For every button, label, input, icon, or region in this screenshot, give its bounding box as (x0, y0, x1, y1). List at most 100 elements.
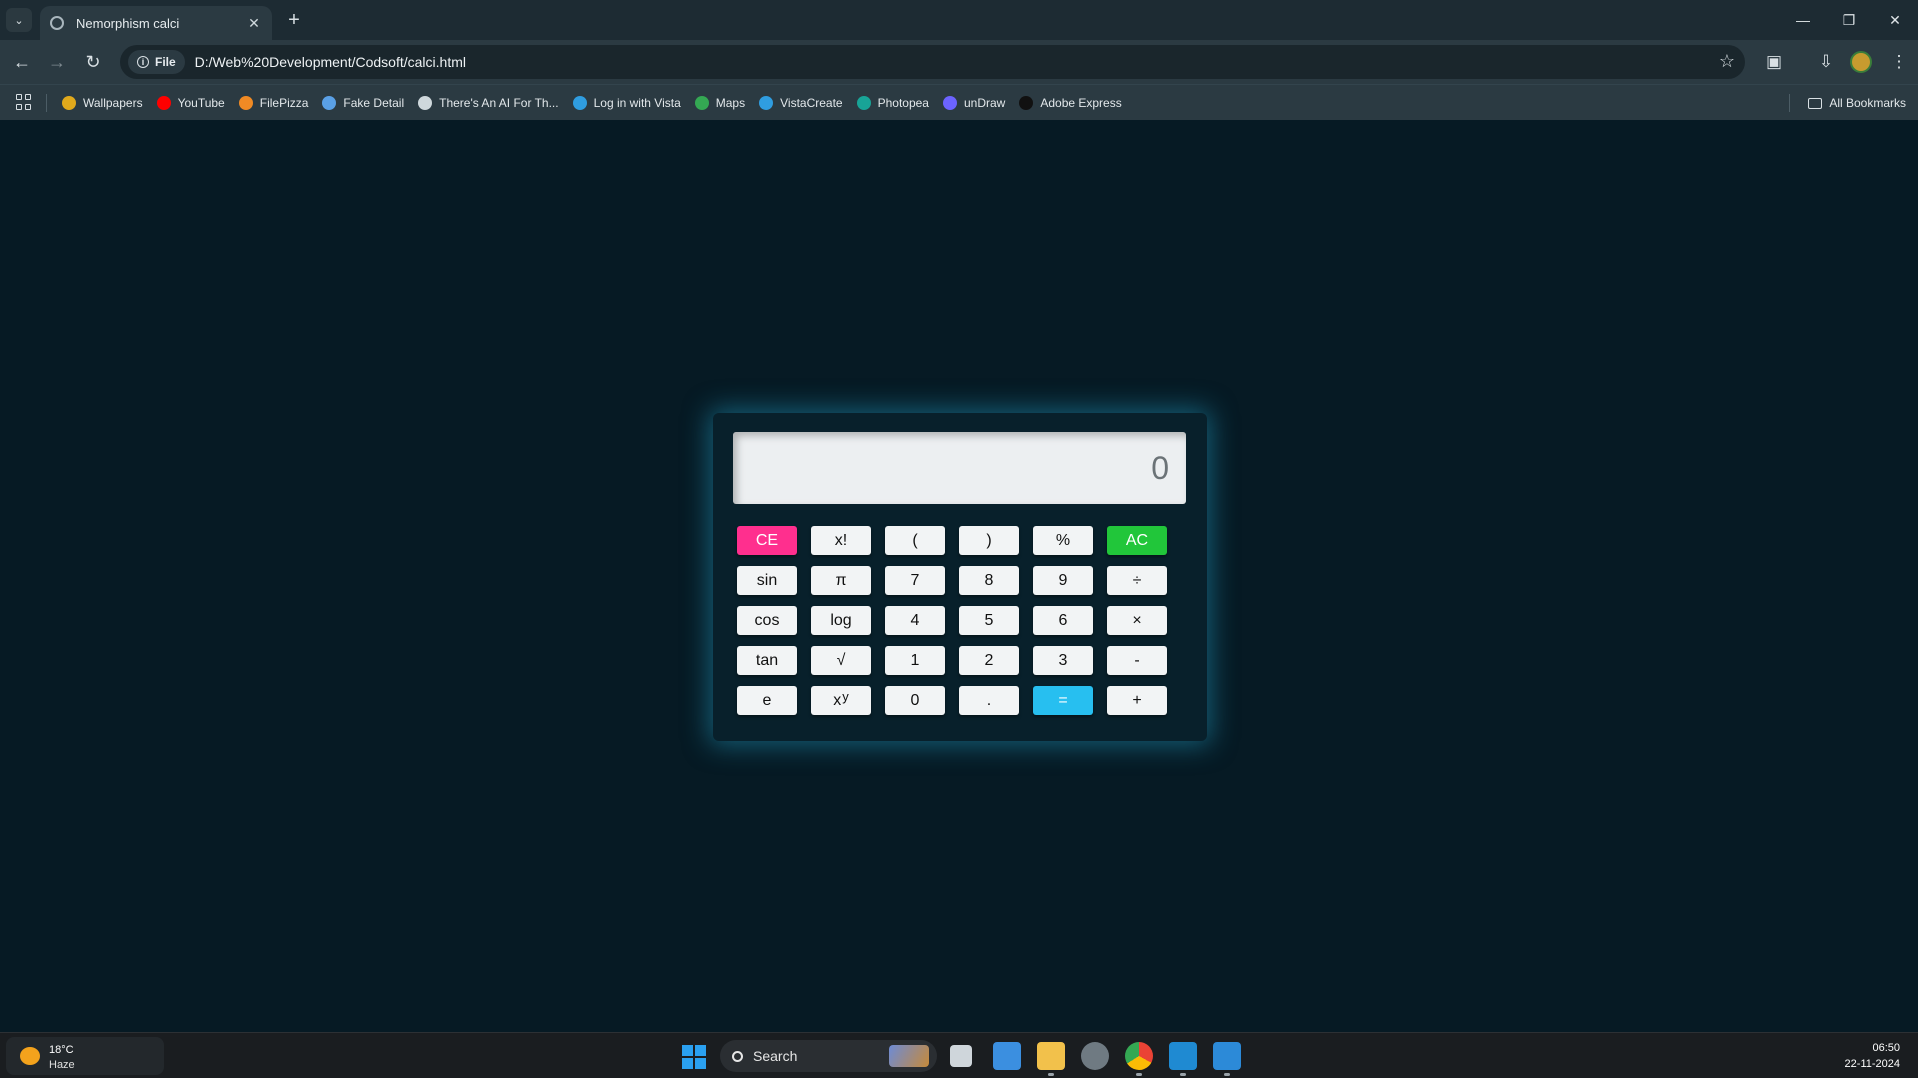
digit-5-button[interactable]: 5 (959, 606, 1019, 635)
bookmark-list: Wallpapers YouTube FilePizza Fake Detail The… (62, 85, 1122, 121)
profile-avatar[interactable] (1850, 51, 1872, 73)
reload-icon[interactable]: ↻ (81, 50, 105, 74)
log-button[interactable]: log (811, 606, 871, 635)
key-label: sin (756, 571, 778, 589)
digit-4-button[interactable]: 4 (885, 606, 945, 635)
digit-9-button[interactable]: 9 (1033, 566, 1093, 595)
digit-8-button[interactable]: 8 (959, 566, 1019, 595)
extensions-icon[interactable]: ▣ (1762, 50, 1786, 74)
bookmark-label: VistaCreate (780, 96, 843, 110)
weather-widget[interactable]: 18°C Haze (6, 1037, 164, 1075)
youtube-icon (156, 96, 171, 110)
bookmark-item[interactable]: Adobe Express (1019, 96, 1122, 110)
key-label: - (1134, 651, 1140, 669)
subtract-button[interactable]: - (1107, 646, 1167, 675)
sin-button[interactable]: sin (737, 566, 797, 595)
bookmark-item[interactable]: Maps (694, 96, 745, 110)
windows-start-icon[interactable] (682, 1045, 706, 1069)
tab-search-button[interactable]: ⌄ (6, 8, 32, 32)
calculator: 0 CE x! ()% AC sin π 7 8 9 ÷ cos log 4 5 6 × tan √ 1 2 3 - e x y… (713, 413, 1207, 741)
key-label: 8 (984, 571, 994, 589)
fake-detail-icon (322, 96, 337, 110)
download-icon[interactable]: ⇩ (1814, 50, 1838, 74)
vscode-icon[interactable] (1169, 1042, 1197, 1076)
menu-kebab-icon[interactable]: ⋮ (1887, 50, 1911, 74)
key-label: tan (755, 651, 779, 669)
open-paren-button[interactable]: ( (885, 526, 945, 555)
bookmark-item[interactable]: VistaCreate (759, 96, 843, 110)
url-text[interactable]: D:/Web%20Development/Codsoft/calci.html (195, 54, 466, 70)
site-info-chip[interactable]: i File (128, 50, 185, 74)
power-button[interactable]: xy (811, 686, 871, 715)
bookmark-label: Adobe Express (1040, 96, 1122, 110)
obs-icon[interactable] (1081, 1042, 1109, 1070)
digit-7-button[interactable]: 7 (885, 566, 945, 595)
bookmark-label: unDraw (963, 96, 1006, 110)
close-tab-icon[interactable]: ✕ (244, 15, 264, 32)
bookmark-item[interactable]: Photopea (856, 96, 929, 110)
close-window-icon[interactable]: ✕ (1872, 0, 1918, 40)
factorial-button[interactable]: x! (811, 526, 871, 555)
all-bookmarks-button[interactable]: All Bookmarks (1808, 85, 1906, 121)
pi-button[interactable]: π (811, 566, 871, 595)
bookmark-item[interactable]: FilePizza (238, 96, 308, 110)
bookmark-star-icon[interactable]: ☆ (1719, 51, 1735, 72)
key-label: π (835, 571, 847, 589)
file-explorer-icon[interactable] (1037, 1042, 1065, 1076)
chevron-down-icon: ⌄ (14, 14, 24, 27)
key-label: AC (1125, 531, 1149, 549)
digit-3-button[interactable]: 3 (1033, 646, 1093, 675)
bookmark-item[interactable]: Log in with Vista (572, 96, 681, 110)
digit-1-button[interactable]: 1 (885, 646, 945, 675)
key-label: ÷ (1132, 571, 1142, 589)
taskbar-search[interactable]: Search (720, 1040, 937, 1072)
minimize-icon[interactable]: — (1780, 0, 1826, 40)
bookmark-item[interactable]: Fake Detail (322, 96, 404, 110)
euler-button[interactable]: e (737, 686, 797, 715)
system-clock[interactable]: 06:50 22-11-2024 (1845, 1040, 1900, 1072)
cos-button[interactable]: cos (737, 606, 797, 635)
calculator-display: 0 (733, 432, 1186, 504)
chrome-icon[interactable] (1125, 1042, 1153, 1076)
taskbar-search-label: Search (753, 1048, 798, 1064)
key-label: 3 (1058, 651, 1068, 669)
taskbar: 18°C Haze Search 06:50 22-11-2024 (0, 1032, 1918, 1078)
clock-time: 06:50 (1872, 1042, 1900, 1054)
bookmark-item[interactable]: unDraw (942, 96, 1006, 110)
key-label: x (833, 691, 842, 709)
clear-entry-button[interactable]: CE (737, 526, 797, 555)
address-bar[interactable]: i File D:/Web%20Development/Codsoft/calc… (120, 45, 1745, 79)
forward-icon[interactable]: → (45, 50, 69, 74)
new-tab-button[interactable]: + (282, 8, 306, 32)
globe-icon (50, 16, 64, 30)
photopea-icon (856, 96, 871, 110)
equals-button[interactable]: = (1033, 686, 1093, 715)
digit-0-button[interactable]: 0 (885, 686, 945, 715)
restore-icon[interactable]: ❐ (1826, 0, 1872, 40)
all-clear-button[interactable]: AC (1107, 526, 1167, 555)
digit-2-button[interactable]: 2 (959, 646, 1019, 675)
tan-button[interactable]: tan (737, 646, 797, 675)
back-icon[interactable]: ← (10, 50, 34, 74)
window-controls: — ❐ ✕ (1780, 0, 1918, 40)
multiply-button[interactable]: × (1107, 606, 1167, 635)
paint-icon[interactable] (1213, 1042, 1241, 1076)
percent-button[interactable]: % (1033, 526, 1093, 555)
all-bookmarks-label: All Bookmarks (1829, 96, 1906, 110)
search-icon (732, 1050, 743, 1062)
apps-grid-icon[interactable] (16, 94, 32, 110)
bookmark-item[interactable]: There's An AI For Th... (418, 96, 559, 110)
bookmark-item[interactable]: YouTube (156, 96, 225, 110)
sqrt-button[interactable]: √ (811, 646, 871, 675)
store-icon[interactable] (993, 1042, 1021, 1070)
divide-button[interactable]: ÷ (1107, 566, 1167, 595)
decimal-button[interactable]: . (959, 686, 1019, 715)
digit-6-button[interactable]: 6 (1033, 606, 1093, 635)
add-button[interactable]: + (1107, 686, 1167, 715)
bookmark-label: There's An AI For Th... (439, 96, 559, 110)
task-view-icon[interactable] (950, 1045, 972, 1067)
close-paren-button[interactable]: ) (959, 526, 1019, 555)
active-tab[interactable]: Nemorphism calci ✕ (40, 6, 272, 40)
divider (1789, 94, 1790, 112)
bookmark-item[interactable]: Wallpapers (62, 96, 143, 110)
